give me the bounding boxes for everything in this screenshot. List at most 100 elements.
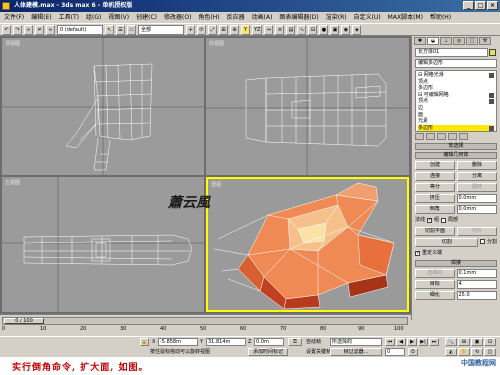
render-setup-icon[interactable]: ▣ xyxy=(330,24,340,35)
layer-icon[interactable]: ▤ xyxy=(286,24,296,35)
weld-target-field[interactable]: 4 xyxy=(456,280,497,289)
go-to-end-icon[interactable]: ⏭ xyxy=(429,338,439,346)
key-icon[interactable]: ⚿ xyxy=(288,338,302,346)
tessellate-button[interactable]: 细化 xyxy=(415,291,455,300)
key-filters-button[interactable]: 帧过滤器... xyxy=(330,348,382,356)
select-icon[interactable]: ↖ xyxy=(105,24,114,35)
current-frame-field[interactable]: 0 xyxy=(385,348,405,356)
selection-filter[interactable]: 全部 xyxy=(138,24,184,35)
viewport-front[interactable]: 前视图 xyxy=(206,38,409,175)
menu-maxscript[interactable]: MAX脚本(M) xyxy=(388,12,423,23)
menu-modifiers[interactable]: 修改器(O) xyxy=(164,12,191,23)
next-frame-icon[interactable]: ▶| xyxy=(418,338,428,346)
maximize-viewport-icon[interactable]: ◫ xyxy=(484,348,496,356)
object-color-swatch[interactable] xyxy=(489,49,496,56)
schematic-icon[interactable]: ⊟ xyxy=(308,24,318,35)
viewport-perspective[interactable]: 透视 xyxy=(206,177,409,312)
remove-modifier-icon[interactable] xyxy=(448,133,457,140)
menu-help[interactable]: 帮助(H) xyxy=(430,12,451,23)
render-icon[interactable]: ◉ xyxy=(341,24,351,35)
field-of-view-icon[interactable]: ◭ xyxy=(445,348,457,356)
stack-item[interactable]: 顶点 xyxy=(418,98,494,105)
configure-sets-icon[interactable] xyxy=(459,133,468,140)
attach-button[interactable]: 连接 xyxy=(415,172,455,181)
stack-item[interactable]: 边 xyxy=(418,105,494,112)
zoom-icon[interactable]: 🔍 xyxy=(445,338,457,346)
stack-item[interactable]: 多边形 xyxy=(418,85,494,92)
align-icon[interactable]: ≡ xyxy=(275,24,285,35)
display-tab-icon[interactable]: ▢ xyxy=(466,37,478,45)
lightbulb-icon[interactable] xyxy=(489,99,494,105)
rotate-icon[interactable]: ⟳ xyxy=(197,24,206,35)
undo-icon[interactable]: ↶ xyxy=(2,24,11,35)
rollout-edit-geometry[interactable]: 编辑几何体 xyxy=(415,152,497,159)
menu-file[interactable]: 文件(F) xyxy=(4,12,24,23)
object-name-field[interactable]: 长方体01 xyxy=(415,48,496,57)
detach-button[interactable]: 分离 xyxy=(457,172,497,181)
menu-rendering[interactable]: 渲染(R) xyxy=(326,12,347,23)
pin-stack-icon[interactable] xyxy=(415,133,424,140)
split-checkbox[interactable] xyxy=(480,239,486,244)
create-tab-icon[interactable]: ✱ xyxy=(414,37,426,45)
hierarchy-tab-icon[interactable]: ⊥ xyxy=(440,37,452,45)
region-select-icon[interactable]: ▭ xyxy=(127,24,136,35)
menu-group[interactable]: 组(G) xyxy=(86,12,101,23)
viewport-top[interactable]: 顶视图 xyxy=(2,38,204,175)
weld-threshold-field[interactable]: 0.1mm xyxy=(456,269,497,278)
slice-plane-button[interactable]: 切割平面 xyxy=(415,227,455,236)
modifier-list-dropdown[interactable]: 编辑多边形 xyxy=(415,59,497,68)
zoom-all-icon[interactable]: ⊞ xyxy=(458,338,470,346)
orbit-icon[interactable]: ⟲ xyxy=(471,348,483,356)
time-config-icon[interactable]: ⏱ xyxy=(408,348,418,356)
extrude-amount-field[interactable]: 0.0mm xyxy=(456,194,497,203)
zoom-extents-all-icon[interactable]: ⊡ xyxy=(484,338,496,346)
menu-create[interactable]: 创建(C) xyxy=(136,12,157,23)
extrude-button[interactable]: 挤压 xyxy=(415,194,455,203)
lightbulb-icon[interactable] xyxy=(489,92,494,98)
turn-button[interactable]: 翻转 xyxy=(457,183,497,192)
group-radio[interactable] xyxy=(427,218,433,223)
layer-select[interactable]: 0 (default) xyxy=(57,24,103,35)
maximize-button[interactable]: □ xyxy=(475,1,486,10)
previous-frame-icon[interactable]: ◀ xyxy=(396,338,406,346)
make-unique-icon[interactable] xyxy=(437,133,446,140)
axis-y-button[interactable]: Y xyxy=(241,24,250,35)
lightbulb-icon[interactable] xyxy=(489,73,494,78)
show-end-result-icon[interactable] xyxy=(426,133,435,140)
bevel-button[interactable]: 倒角 xyxy=(415,205,455,214)
add-time-tag-button[interactable]: 添加时间标记 xyxy=(248,348,288,356)
timeline-ruler[interactable]: 0 10 20 30 40 50 60 70 80 90 100 xyxy=(2,326,408,336)
stack-item[interactable]: 面 xyxy=(418,112,494,119)
bevel-amount-field[interactable]: 0.0mm xyxy=(456,205,497,214)
refine-ends-checkbox[interactable] xyxy=(415,251,420,256)
menu-graph-editors[interactable]: 图表编辑器(D) xyxy=(279,12,318,23)
cut-button[interactable]: 切割 xyxy=(415,238,479,247)
time-slider-thumb[interactable]: 0 / 100 xyxy=(4,318,44,324)
x-coordinate-field[interactable]: -5.858m xyxy=(158,338,198,346)
menu-edit[interactable]: 编辑(E) xyxy=(31,12,51,23)
time-slider[interactable]: 0 / 100 xyxy=(2,317,408,325)
menu-character[interactable]: 角色(H) xyxy=(198,12,219,23)
select-by-name-icon[interactable]: ☰ xyxy=(116,24,125,35)
utilities-tab-icon[interactable]: ⚒ xyxy=(479,37,491,45)
minimize-button[interactable]: _ xyxy=(463,1,474,10)
weld-target-button[interactable]: 目标 xyxy=(415,280,455,289)
pivot-icon[interactable]: ⊕ xyxy=(230,24,239,35)
unlink-icon[interactable]: ≠ xyxy=(35,24,44,35)
rollout-weld[interactable]: 焊接 xyxy=(415,260,497,267)
pan-icon[interactable]: ✋ xyxy=(458,348,470,356)
tessellate-tension-field[interactable]: 25.0 xyxy=(456,291,497,300)
y-coordinate-field[interactable]: 31.814m xyxy=(206,338,246,346)
divide-button[interactable]: 等分 xyxy=(415,183,455,192)
slice-button[interactable]: 切片 xyxy=(457,227,497,236)
material-editor-icon[interactable]: ● xyxy=(319,24,329,35)
rollout-soft-selection[interactable]: 软选择 xyxy=(415,143,497,150)
axis-yz-button[interactable]: YZ xyxy=(252,24,263,35)
menu-reactor[interactable]: 反应器 xyxy=(227,12,245,23)
menu-customize[interactable]: 自定义(U) xyxy=(354,12,381,23)
selection-set-dropdown[interactable]: 所选择的 xyxy=(330,338,382,346)
go-to-start-icon[interactable]: ⏮ xyxy=(385,338,395,346)
bind-space-warp-icon[interactable]: ≈ xyxy=(46,24,55,35)
scale-icon[interactable]: ⤢ xyxy=(208,24,217,35)
weld-selected-button[interactable]: 选择的 xyxy=(415,269,455,278)
